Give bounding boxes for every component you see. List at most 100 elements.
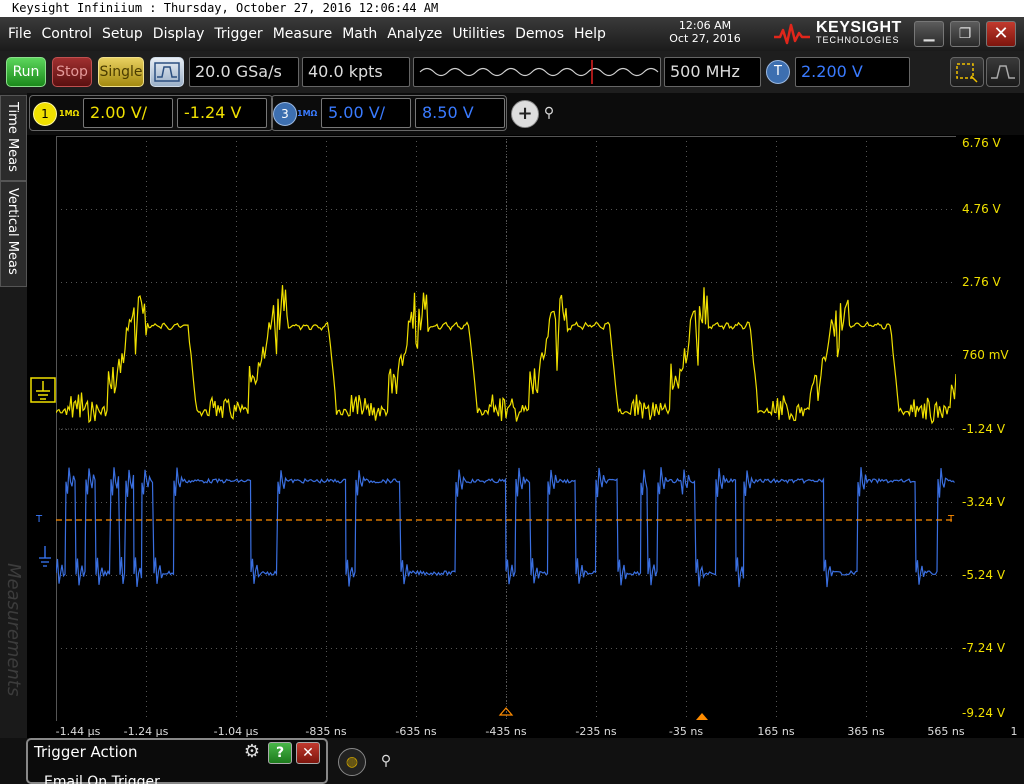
ch3-offset-field[interactable]: 8.50 V	[415, 98, 505, 128]
ch3-impedance: 1MΩ	[297, 109, 318, 118]
ch3-badge[interactable]: 3	[273, 102, 297, 126]
y-axis-label: 4.76 V	[962, 202, 1001, 216]
measurements-panel-label: Measurements	[3, 563, 24, 697]
zoom-box-icon	[956, 63, 978, 83]
ch1-impedance: 1MΩ	[59, 109, 80, 118]
scroll-control-button[interactable]: ◍	[338, 748, 366, 776]
x-axis-label: -1.04 µs	[213, 725, 259, 738]
minimize-icon: ▁	[923, 26, 935, 42]
restore-icon: ❐	[958, 26, 972, 42]
side-tabs: Time Meas Vertical Meas Measurements	[0, 93, 56, 784]
clock: 12:06 AM Oct 27, 2016	[660, 19, 750, 45]
y-axis-label: -7.24 V	[962, 641, 1006, 655]
y-axis-label: -5.24 V	[962, 568, 1006, 582]
close-icon: ✕	[993, 23, 1009, 44]
menu-setup[interactable]: Setup	[102, 26, 143, 42]
menu-file[interactable]: File	[8, 26, 31, 42]
dock-pin-button[interactable]: ⚲	[372, 748, 400, 776]
autoscale-button[interactable]	[150, 57, 184, 87]
x-axis-label: -235 ns	[575, 725, 617, 738]
menu-measure[interactable]: Measure	[273, 26, 333, 42]
autoscale-icon	[154, 62, 180, 82]
scope-app: Keysight Infiniium : Thursday, October 2…	[0, 0, 1024, 784]
channel-row: 1 1MΩ 2.00 V/ -1.24 V 3 1MΩ 5.00 V/ 8.50…	[27, 93, 1024, 135]
pin-icon: ⚲	[380, 753, 392, 769]
waveform-display[interactable]	[56, 136, 956, 721]
menu-help[interactable]: Help	[574, 26, 606, 42]
pin-button[interactable]: ⚲	[535, 100, 563, 128]
sample-rate-field[interactable]: 20.0 GSa/s	[189, 57, 299, 87]
close-icon: ✕	[302, 745, 314, 761]
brand-logo: KEYSIGHT TECHNOLOGIES	[772, 19, 902, 49]
ch1-ground-icon[interactable]	[29, 376, 57, 404]
clock-time: 12:06 AM	[678, 19, 732, 32]
brand-sub: TECHNOLOGIES	[816, 35, 900, 45]
tab-vertical-meas[interactable]: Vertical Meas	[0, 181, 27, 287]
ch1-scale-field[interactable]: 2.00 V/	[83, 98, 173, 128]
email-on-trigger-option[interactable]: Email On Trigger	[44, 774, 160, 784]
x-axis-label: -635 ns	[395, 725, 437, 738]
ch3-ground-icon[interactable]	[36, 544, 54, 572]
waveform-canvas	[56, 136, 956, 721]
trigger-action-title: Trigger Action	[34, 743, 138, 761]
trigger-left-marker: T	[36, 514, 43, 525]
y-axis-label: -9.24 V	[962, 706, 1006, 720]
ch3-scale-field[interactable]: 5.00 V/	[321, 98, 411, 128]
minimize-button[interactable]: ▁	[914, 21, 944, 47]
waveform-tool-icon	[991, 65, 1015, 79]
x-axis-label: -1.24 µs	[123, 725, 169, 738]
menu-control[interactable]: Control	[41, 26, 92, 42]
settings-button[interactable]: ⚙	[240, 742, 264, 764]
clock-date: Oct 27, 2016	[669, 32, 741, 45]
x-axis-label: 165 ns	[757, 725, 795, 738]
help-button[interactable]: ?	[268, 742, 292, 764]
x-axis-end-label: 1	[1010, 725, 1018, 738]
tab-time-meas[interactable]: Time Meas	[0, 95, 27, 181]
ch1-offset-field[interactable]: -1.24 V	[177, 98, 267, 128]
trigger-action-panel: Trigger Action ⚙ ? ✕ Email On Trigger	[26, 738, 328, 784]
trigger-level-field[interactable]: 2.200 V	[795, 57, 910, 87]
y-axis-label: -3.24 V	[962, 495, 1006, 509]
keysight-wave-icon	[774, 23, 810, 45]
waveform-tool-button[interactable]	[986, 57, 1020, 87]
single-button[interactable]: Single	[98, 57, 144, 87]
tab-vertical-meas-label: Vertical Meas	[5, 188, 20, 275]
main-menu: File Control Setup Display Trigger Measu…	[0, 17, 616, 51]
menu-display[interactable]: Display	[153, 26, 205, 42]
run-button[interactable]: Run	[6, 57, 46, 87]
brand-name: KEYSIGHT	[816, 19, 902, 36]
gear-icon: ⚙	[243, 741, 261, 762]
x-axis-label: 565 ns	[927, 725, 965, 738]
maximize-button[interactable]: ❐	[950, 21, 980, 47]
pin-icon: ⚲	[543, 105, 555, 121]
overview-wave-icon	[419, 60, 659, 84]
menu-utilities[interactable]: Utilities	[452, 26, 505, 42]
toolbar: Run Stop Single 20.0 GSa/s 40.0 kpts 500…	[0, 51, 1024, 93]
trigger-badge[interactable]: T	[766, 60, 790, 84]
ch1-badge[interactable]: 1	[33, 102, 57, 126]
menu-math[interactable]: Math	[342, 26, 377, 42]
menu-analyze[interactable]: Analyze	[387, 26, 442, 42]
waveform-overview[interactable]	[413, 57, 661, 87]
menu-demos[interactable]: Demos	[515, 26, 564, 42]
tab-time-meas-label: Time Meas	[5, 102, 20, 172]
trigger-action-close-button[interactable]: ✕	[296, 742, 320, 764]
x-axis-label: -35 ns	[668, 725, 704, 738]
dial-icon: ◍	[345, 754, 359, 770]
window-title: Keysight Infiniium : Thursday, October 2…	[0, 0, 1024, 17]
ch1-waveform	[56, 285, 956, 425]
y-axis-label: 2.76 V	[962, 275, 1001, 289]
zoom-tool-button[interactable]	[950, 57, 984, 87]
y-axis-label: 6.76 V	[962, 136, 1001, 150]
menu-bar: File Control Setup Display Trigger Measu…	[0, 17, 1024, 51]
x-axis-label: -1.44 µs	[55, 725, 101, 738]
delay-marker[interactable]	[696, 713, 708, 720]
bandwidth-field[interactable]: 500 MHz	[664, 57, 761, 87]
x-axis-label: -435 ns	[485, 725, 527, 738]
ch3-waveform	[56, 467, 955, 588]
close-button[interactable]: ✕	[986, 21, 1016, 47]
stop-button[interactable]: Stop	[52, 57, 92, 87]
menu-trigger[interactable]: Trigger	[214, 26, 262, 42]
x-axis-label: -835 ns	[305, 725, 347, 738]
memory-depth-field[interactable]: 40.0 kpts	[302, 57, 410, 87]
